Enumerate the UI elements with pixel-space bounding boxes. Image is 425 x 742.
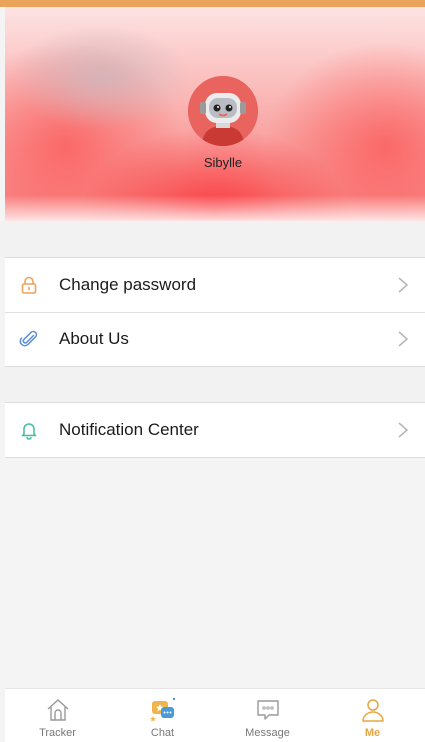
status-strip <box>0 0 425 7</box>
tab-message[interactable]: Message <box>215 689 320 742</box>
profile-header: Sibylle <box>5 7 425 221</box>
avatar[interactable] <box>188 76 258 146</box>
change-password-row[interactable]: Change password <box>5 258 425 312</box>
house-icon <box>47 699 69 721</box>
notification-center-label: Notification Center <box>59 420 199 439</box>
about-us-row[interactable]: About Us <box>5 312 425 366</box>
chevron-right-icon <box>398 277 409 293</box>
notification-center-row[interactable]: Notification Center <box>5 403 425 457</box>
lock-icon <box>19 275 39 295</box>
chevron-right-icon <box>398 331 409 347</box>
section-spacer <box>0 367 425 403</box>
tab-chat-label: Chat <box>150 727 175 739</box>
robot-avatar-icon <box>188 76 258 146</box>
paperclip-icon <box>19 329 39 349</box>
bottom-tab-bar: Tracker Chat Message Me <box>5 688 425 742</box>
chevron-right-icon <box>398 422 409 438</box>
chat-bubbles-icon <box>150 697 176 722</box>
tab-chat[interactable]: Chat <box>110 689 215 742</box>
tab-me-label: Me <box>364 727 381 739</box>
me-screen: Sibylle Change password About Us Notific… <box>0 0 425 742</box>
about-us-label: About Us <box>59 329 129 348</box>
tab-me[interactable]: Me <box>320 689 425 742</box>
username-label: Sibylle <box>203 155 243 170</box>
message-bubble-icon <box>257 700 279 720</box>
bell-icon <box>19 420 39 440</box>
tab-message-label: Message <box>245 727 290 739</box>
section-spacer <box>0 221 425 257</box>
tab-tracker-label: Tracker <box>39 727 76 739</box>
tab-tracker[interactable]: Tracker <box>5 689 110 742</box>
account-menu: Change password About Us <box>5 257 425 367</box>
person-icon <box>362 699 384 722</box>
notification-menu: Notification Center <box>5 402 425 458</box>
change-password-label: Change password <box>59 275 197 294</box>
